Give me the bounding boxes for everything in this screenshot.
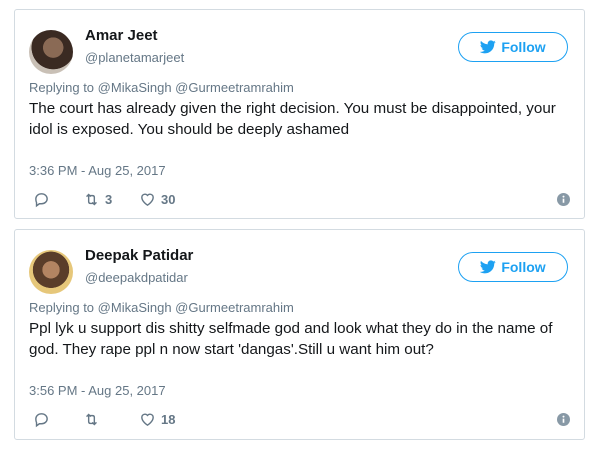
like-button[interactable]: 18 [139,409,175,429]
retweet-button[interactable]: 3 [83,189,112,209]
mentions[interactable]: @MikaSingh @Gurmeetramrahim [98,300,294,315]
retweet-button[interactable] [83,409,105,429]
heart-icon [141,413,154,426]
replying-prefix: Replying to [29,300,95,315]
info-button[interactable] [557,409,570,429]
bird-icon [480,260,497,274]
timestamp[interactable]: 3:56 PM - Aug 25, 2017 [29,383,166,398]
like-count: 18 [161,411,176,427]
retweet-count: 3 [105,191,113,207]
replying-to: Replying to @MikaSingh @Gurmeetramrahim [29,300,294,315]
info-icon [557,412,570,426]
avatar[interactable] [29,250,73,294]
heart-icon [141,193,154,206]
timestamp[interactable]: 3:36 PM - Aug 25, 2017 [29,163,166,178]
reply-icon [35,412,48,427]
avatar[interactable] [29,30,73,74]
reply-button[interactable] [33,189,50,209]
like-count: 30 [161,191,176,207]
retweet-icon [86,193,97,205]
author-name[interactable]: Deepak Patidar [85,247,193,264]
follow-button[interactable]: Follow [458,32,568,62]
reply-icon [35,192,48,207]
retweet-icon [86,413,97,425]
author-handle[interactable]: @deepakdpatidar [85,270,188,285]
bird-icon [480,40,497,54]
info-button[interactable] [557,189,570,209]
follow-button[interactable]: Follow [458,252,568,282]
info-icon [557,192,570,206]
author-name[interactable]: Amar Jeet [85,27,158,44]
replying-to: Replying to @MikaSingh @Gurmeetramrahim [29,80,294,95]
mentions[interactable]: @MikaSingh @Gurmeetramrahim [98,80,294,95]
tweet-card[interactable]: Amar Jeet @planetamarjeet Follow Replyin… [14,9,585,219]
tweet-card[interactable]: Deepak Patidar @deepakdpatidar Follow Re… [14,229,585,440]
follow-label: Follow [501,39,546,55]
follow-label: Follow [501,259,546,275]
replying-prefix: Replying to [29,80,95,95]
tweet-text: The court has already given the right de… [29,100,556,138]
reply-button[interactable] [33,409,50,429]
tweet-actions: 3 30 [29,189,570,209]
author-handle[interactable]: @planetamarjeet [85,50,184,65]
tweet-actions: 18 [29,409,570,429]
like-button[interactable]: 30 [139,189,175,209]
tweet-text: Ppl lyk u support dis shitty selfmade go… [29,320,553,358]
